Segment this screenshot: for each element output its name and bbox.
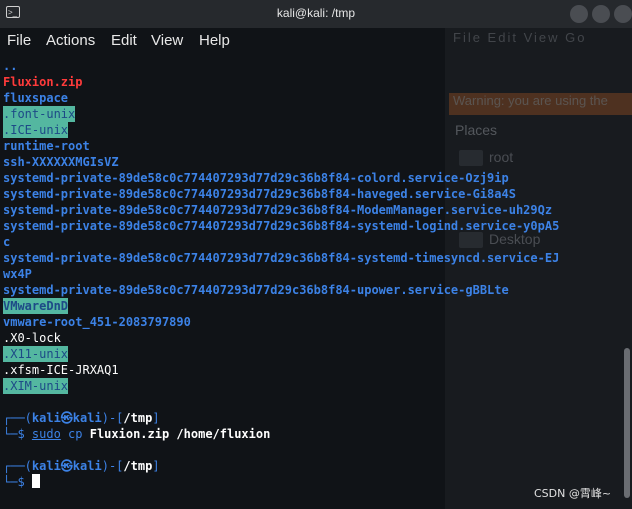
listing-line: systemd-private-89de58c0c774407293d77d29… bbox=[3, 187, 516, 201]
listing-line: vmware-root_451-2083797890 bbox=[3, 315, 191, 329]
menu-view[interactable]: View bbox=[151, 32, 183, 49]
menu-actions[interactable]: Actions bbox=[46, 32, 95, 49]
prompt-user: kali㉿kali bbox=[31, 459, 102, 473]
listing-line: VMwareDnD bbox=[3, 298, 69, 314]
listing-line: .XIM-unix bbox=[3, 378, 69, 394]
command-args: Fluxion.zip /home/fluxion bbox=[89, 427, 271, 441]
listing-line: .X0-lock bbox=[3, 331, 61, 345]
menu-edit[interactable]: Edit bbox=[111, 32, 137, 49]
folder-icon bbox=[459, 232, 483, 248]
watermark: CSDN @霄峰~ bbox=[534, 487, 612, 500]
listing-line: runtime-root bbox=[3, 139, 90, 153]
scrollbar-thumb[interactable] bbox=[624, 348, 630, 498]
menubar: File Actions Edit View Help bbox=[0, 28, 632, 54]
prompt-user: kali㉿kali bbox=[31, 411, 102, 425]
active-command-line[interactable]: └─$ bbox=[3, 474, 40, 490]
close-button[interactable] bbox=[614, 5, 632, 23]
command-sudo: sudo bbox=[31, 427, 61, 441]
background-warning-bar: Warning: you are using the bbox=[449, 93, 632, 115]
command-cp: cp bbox=[60, 427, 90, 441]
terminal-scrollbar[interactable] bbox=[623, 58, 632, 504]
listing-line: .. bbox=[3, 59, 18, 73]
listing-line: systemd-private-89de58c0c774407293d77d29… bbox=[3, 283, 509, 297]
listing-line: .font-unix bbox=[3, 106, 76, 122]
text-cursor bbox=[31, 474, 40, 488]
folder-icon bbox=[459, 150, 483, 166]
listing-line: Fluxion.zip bbox=[3, 75, 83, 89]
listing-line: c bbox=[3, 235, 11, 249]
command-line: └─$ sudo cp Fluxion.zip /home/fluxion bbox=[3, 427, 271, 441]
listing-line: .xfsm-ICE-JRXAQ1 bbox=[3, 363, 119, 377]
menu-help[interactable]: Help bbox=[199, 32, 230, 49]
listing-line: wx4P bbox=[3, 267, 32, 281]
listing-line: .ICE-unix bbox=[3, 122, 69, 138]
menu-file[interactable]: File bbox=[7, 32, 31, 49]
listing-line: systemd-private-89de58c0c774407293d77d29… bbox=[3, 171, 509, 185]
window-titlebar[interactable]: >_ kali@kali: /tmp bbox=[0, 0, 632, 28]
listing-line: systemd-private-89de58c0c774407293d77d29… bbox=[3, 219, 560, 233]
background-places-heading: Places bbox=[455, 122, 498, 138]
minimize-button[interactable] bbox=[570, 5, 588, 23]
window-title: kali@kali: /tmp bbox=[276, 6, 356, 20]
prompt-header: ┌──(kali㉿kali)-[/tmp] bbox=[3, 411, 160, 425]
listing-line: systemd-private-89de58c0c774407293d77d29… bbox=[3, 251, 560, 265]
prompt-cwd: /tmp bbox=[123, 459, 153, 473]
listing-line: .X11-unix bbox=[3, 346, 69, 362]
listing-line: ssh-XXXXXXMGIsVZ bbox=[3, 155, 119, 169]
listing-line: fluxspace bbox=[3, 91, 69, 105]
prompt-cwd: /tmp bbox=[123, 411, 153, 425]
maximize-button[interactable] bbox=[592, 5, 610, 23]
prompt-header: ┌──(kali㉿kali)-[/tmp] bbox=[3, 459, 160, 473]
background-place-root: root bbox=[489, 149, 514, 165]
listing-line: systemd-private-89de58c0c774407293d77d29… bbox=[3, 203, 553, 217]
